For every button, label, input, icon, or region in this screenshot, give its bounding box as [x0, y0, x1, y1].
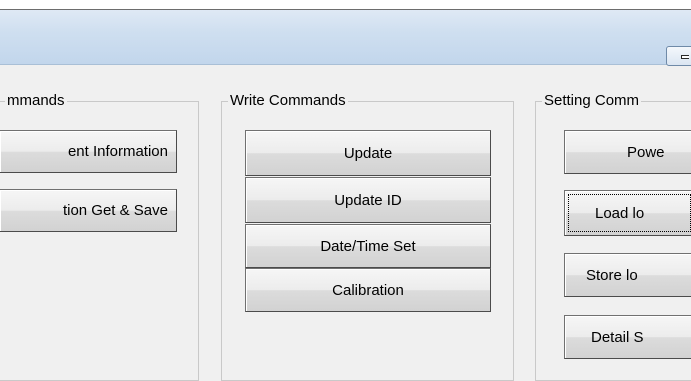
power-button[interactable]: Powe	[564, 130, 691, 174]
calibration-button[interactable]: Calibration	[245, 268, 491, 312]
title-bar	[0, 10, 691, 66]
load-log-button[interactable]: Load lo	[564, 190, 691, 236]
read-commands-group-label: mmands	[5, 92, 67, 110]
device-information-button[interactable]: ent Information	[0, 130, 177, 173]
date-time-set-button[interactable]: Date/Time Set	[245, 224, 491, 268]
write-commands-group-label: Write Commands	[228, 92, 348, 110]
restore-icon	[681, 55, 689, 59]
update-button[interactable]: Update	[245, 130, 491, 176]
load-log-button-label: Load lo	[595, 204, 645, 222]
configuration-get-save-button[interactable]: tion Get & Save	[0, 189, 177, 232]
detail-setting-button[interactable]: Detail S	[564, 315, 691, 359]
update-id-button[interactable]: Update ID	[245, 177, 491, 223]
window-top-border	[0, 0, 691, 10]
setting-commands-group-label: Setting Comm	[542, 92, 642, 110]
store-log-button[interactable]: Store lo	[564, 253, 691, 297]
restore-button[interactable]	[666, 46, 691, 66]
